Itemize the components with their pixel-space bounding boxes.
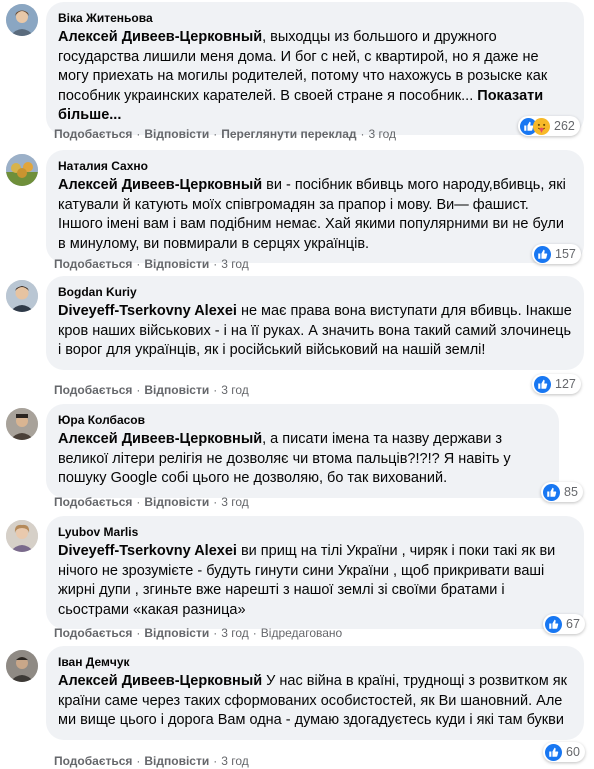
- comment-text: Алексей Дивеев-Церковный ви - посібник в…: [58, 176, 572, 254]
- mention-link[interactable]: Алексей Дивеев-Церковный: [58, 177, 262, 193]
- reaction-summary[interactable]: 157: [532, 244, 581, 264]
- reply-button[interactable]: Відповісти: [144, 495, 209, 509]
- comment-time[interactable]: 3 год: [221, 754, 249, 768]
- reaction-count: 262: [554, 119, 575, 133]
- comment-text: Алексей Дивеев-Церковный У нас війна в к…: [58, 672, 572, 731]
- mention-link[interactable]: Diveyeff-Tserkovny Alexei: [58, 543, 237, 559]
- like-icon: [545, 743, 562, 761]
- avatar[interactable]: [6, 650, 38, 682]
- comment-time[interactable]: 3 год: [221, 626, 249, 640]
- reaction-summary[interactable]: 85: [541, 482, 583, 502]
- comment-time[interactable]: 3 год: [221, 257, 249, 271]
- reaction-count: 157: [555, 247, 576, 261]
- comment-author[interactable]: Іван Демчук: [58, 654, 572, 670]
- comment-bubble: Юра Колбасов Алексей Дивеев-Церковный, а…: [46, 404, 559, 498]
- reaction-count: 85: [564, 485, 578, 499]
- comment-author[interactable]: Bogdan Kuriy: [58, 284, 572, 300]
- comment-time[interactable]: 3 год: [221, 495, 249, 509]
- reaction-summary[interactable]: 127: [532, 374, 581, 394]
- comment-text: Diveyeff-Tserkovny Alexei не має права в…: [58, 302, 572, 361]
- like-icon: [534, 375, 551, 393]
- comment-bubble: Віка Житеньова Алексей Дивеев-Церковный,…: [46, 2, 584, 135]
- comment-time[interactable]: 3 год: [369, 127, 397, 141]
- avatar[interactable]: [6, 408, 38, 440]
- mention-link[interactable]: Алексей Дивеев-Церковный: [58, 431, 262, 447]
- like-button[interactable]: Подобається: [54, 257, 132, 271]
- comment-actions: Подобається · Відповісти · Переглянути перек…: [54, 127, 397, 141]
- comment-bubble: Lyubov Marlis Diveyeff-Tserkovny Alexei …: [46, 516, 584, 629]
- edited-label[interactable]: Відредаговано: [261, 626, 342, 640]
- reaction-summary[interactable]: 262: [518, 116, 580, 136]
- comment-text: Алексей Дивеев-Церковный, а писати імена…: [58, 430, 547, 489]
- reaction-summary[interactable]: 67: [543, 614, 585, 634]
- comment-actions: Подобається · Відповісти · 3 год: [54, 257, 249, 271]
- reaction-count: 60: [566, 745, 580, 759]
- reaction-count: 127: [555, 377, 576, 391]
- comment-bubble: Наталия Сахно Алексей Дивеев-Церковный в…: [46, 150, 584, 263]
- avatar[interactable]: [6, 280, 38, 312]
- reply-button[interactable]: Відповісти: [144, 754, 209, 768]
- like-button[interactable]: Подобається: [54, 495, 132, 509]
- see-translation-button[interactable]: Переглянути переклад: [221, 127, 356, 141]
- comment-author[interactable]: Наталия Сахно: [58, 158, 572, 174]
- avatar[interactable]: [6, 4, 38, 36]
- reply-button[interactable]: Відповісти: [144, 626, 209, 640]
- reaction-summary[interactable]: 60: [543, 742, 585, 762]
- like-button[interactable]: Подобається: [54, 127, 132, 141]
- comment-actions: Подобається · Відповісти · 3 год: [54, 495, 249, 509]
- comment-actions: Подобається · Відповісти · 3 год: [54, 754, 249, 768]
- comment-actions: Подобається · Відповісти · 3 год: [54, 383, 249, 397]
- like-button[interactable]: Подобається: [54, 754, 132, 768]
- comment-bubble: Іван Демчук Алексей Дивеев-Церковный У н…: [46, 646, 584, 740]
- comment-text: Diveyeff-Tserkovny Alexei ви прищ на тіл…: [58, 542, 572, 620]
- comment-time[interactable]: 3 год: [221, 383, 249, 397]
- comment-bubble: Bogdan Kuriy Diveyeff-Tserkovny Alexei н…: [46, 276, 584, 370]
- comment-author[interactable]: Lyubov Marlis: [58, 524, 572, 540]
- reply-button[interactable]: Відповісти: [144, 257, 209, 271]
- mention-link[interactable]: Алексей Дивеев-Церковный: [58, 673, 262, 689]
- like-button[interactable]: Подобається: [54, 626, 132, 640]
- comment-author[interactable]: Віка Житеньова: [58, 10, 572, 26]
- mention-link[interactable]: Алексей Дивеев-Церковный: [58, 29, 262, 45]
- like-button[interactable]: Подобається: [54, 383, 132, 397]
- reply-button[interactable]: Відповісти: [144, 127, 209, 141]
- avatar[interactable]: [6, 520, 38, 552]
- like-icon: [543, 483, 560, 501]
- comment-text: Алексей Дивеев-Церковный, выходцы из бол…: [58, 28, 572, 126]
- avatar[interactable]: [6, 154, 38, 186]
- like-icon: [545, 615, 562, 633]
- reply-button[interactable]: Відповісти: [144, 383, 209, 397]
- mention-link[interactable]: Diveyeff-Tserkovny Alexei: [58, 303, 237, 319]
- like-icon: [534, 245, 551, 263]
- comment-actions: Подобається · Відповісти · 3 год · Відредагова…: [54, 626, 343, 640]
- comment-author[interactable]: Юра Колбасов: [58, 412, 547, 428]
- care-icon: [533, 117, 550, 135]
- reaction-count: 67: [566, 617, 580, 631]
